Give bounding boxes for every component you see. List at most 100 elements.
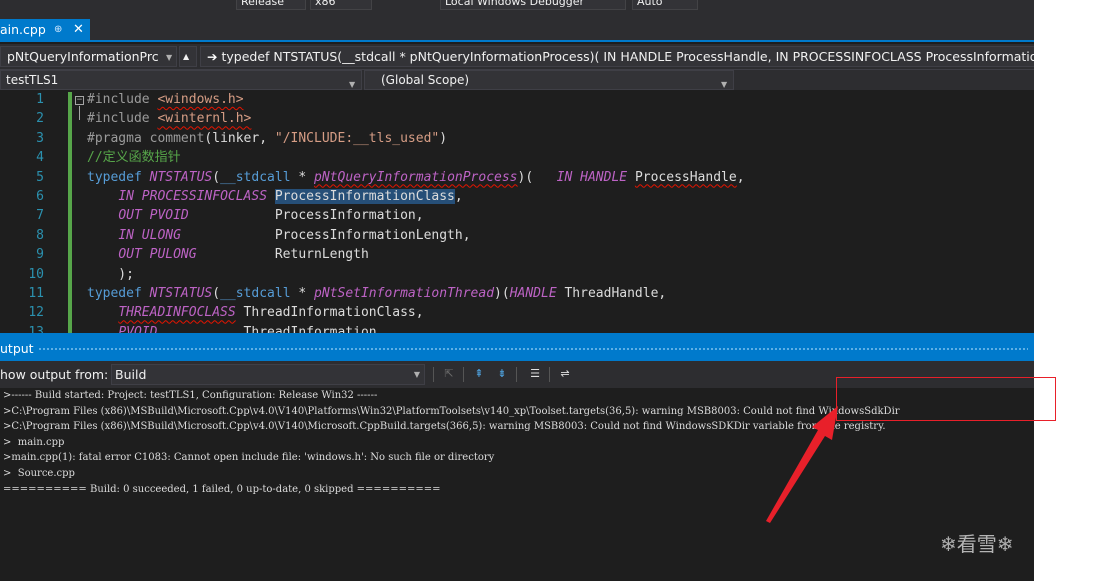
next-message-icon[interactable]: ⇟ [494, 367, 510, 381]
drag-grip[interactable] [38, 347, 1028, 351]
chevron-down-icon: ▼ [166, 53, 173, 62]
code-text: IN PROCESSINFOCLASS ProcessInformationCl… [87, 187, 463, 206]
line-number: 6 [36, 189, 44, 204]
change-tracking-bar [68, 92, 72, 333]
code-token: , [454, 189, 463, 204]
find-message-icon[interactable]: ⇱ [441, 367, 457, 381]
pin-icon[interactable]: ⊕ [54, 19, 62, 40]
code-token: pNtSetInformationThread [314, 286, 495, 301]
watermark-logo: ❄看雪❄ [940, 528, 1014, 557]
snowflake-icon: ❄ [996, 532, 1014, 556]
tab-main-cpp[interactable]: ain.cpp ⊕ ✕ [0, 19, 90, 40]
code-line[interactable]: 10 ); [0, 265, 1034, 284]
code-token: //定义函数指针 [87, 150, 181, 166]
output-line: > main.cpp [3, 437, 65, 448]
code-token: "/INCLUDE:__tls_used" [274, 130, 440, 146]
code-token: <winternl.h> [157, 111, 252, 127]
function-dropdown[interactable]: pNtQueryInformationPrc [0, 46, 177, 67]
code-token: IN [556, 169, 573, 185]
output-source-value: Build [115, 367, 147, 382]
code-token: )( [517, 169, 557, 185]
code-text: OUT PULONG ReturnLength [87, 245, 368, 264]
code-line[interactable]: 7 OUT PVOID ProcessInformation, [0, 206, 1034, 225]
navigation-bar: pNtQueryInformationPrc ▼ ▲ ➔ typedef NTS… [0, 44, 1034, 69]
collapse-icon[interactable]: − [75, 96, 84, 105]
code-token: ThreadInformationClass, [235, 305, 424, 321]
code-token: typedef [87, 286, 150, 301]
line-number: 8 [36, 227, 44, 243]
output-line: > Source.cpp [3, 468, 75, 479]
code-line[interactable]: 9 OUT PULONG ReturnLength [0, 245, 1034, 264]
line-number: 10 [28, 266, 44, 282]
line-number: 4 [36, 150, 44, 166]
code-line[interactable]: 5 typedef NTSTATUS(__stdcall * pNtQueryIn… [0, 168, 1034, 187]
scope-dropdown[interactable]: (Global Scope) ▼ [364, 70, 734, 90]
code-line[interactable]: 12 THREADINFOCLASS ThreadInformationClas… [0, 303, 1034, 322]
code-token: * [290, 286, 315, 301]
annotation-red-box [836, 377, 1056, 421]
project-dropdown[interactable]: testTLS1 ▼ [0, 70, 362, 90]
word-wrap-icon[interactable]: ⇌ [557, 367, 573, 381]
debug-mode-dropdown[interactable]: Auto [632, 0, 698, 10]
configuration-dropdown[interactable]: Release [236, 0, 306, 10]
code-text: THREADINFOCLASS ThreadInformationClass, [87, 303, 424, 322]
output-source-select[interactable]: Build ▼ [111, 364, 425, 385]
line-number: 7 [36, 208, 44, 224]
code-token: comment [149, 130, 205, 146]
code-line[interactable]: 11 typedef NTSTATUS(__stdcall * pNtSetInf… [0, 284, 1034, 303]
code-token: OUT [118, 247, 142, 263]
code-text: typedef NTSTATUS(__stdcall * pNtQueryInf… [87, 168, 745, 187]
code-text: OUT PVOID ProcessInformation, [87, 206, 423, 225]
code-editor[interactable]: 1 #include <windows.h> 2 #include <winternl… [0, 90, 1034, 333]
code-line[interactable]: 13 PVOID ThreadInformation, [0, 323, 1034, 333]
code-line[interactable]: 2 #include <winternl.h> [0, 109, 1034, 128]
debugger-button[interactable]: Local Windows Debugger [440, 0, 626, 10]
chevron-down-icon: ▼ [349, 80, 356, 89]
code-token: NTSTATUS [149, 169, 213, 185]
code-token: , [736, 169, 745, 185]
document-tab-bar: ain.cpp ⊕ ✕ [0, 18, 1034, 42]
code-token: OUT [118, 208, 142, 224]
code-line[interactable]: 4 //定义函数指针 [0, 148, 1034, 167]
code-token: ThreadHandle, [556, 286, 667, 301]
code-token: <windows.h> [157, 92, 244, 107]
code-token: PULONG [149, 247, 197, 263]
code-token: PROCESSINFOCLASS [141, 189, 268, 204]
code-token: IN [118, 227, 134, 243]
close-icon[interactable]: ✕ [73, 19, 84, 40]
show-output-label: how output from: [0, 367, 109, 382]
scope-bar: testTLS1 ▼ (Global Scope) ▼ [0, 69, 1034, 90]
code-token: HANDLE [580, 169, 628, 185]
line-number: 3 [36, 130, 44, 146]
output-line: >C:\Program Files (x86)\MSBuild\Microsof… [3, 421, 886, 432]
line-number: 1 [36, 92, 44, 107]
code-line[interactable]: 3 #pragma comment(linker, "/INCLUDE:__tls… [0, 129, 1034, 148]
tab-label: ain.cpp [0, 22, 46, 37]
code-token: #include [87, 92, 158, 107]
toolbar-separator [433, 367, 434, 382]
code-token: )( [494, 286, 510, 301]
code-line[interactable]: 8 IN ULONG ProcessInformationLength, [0, 226, 1034, 245]
definition-dropdown[interactable]: ➔ typedef NTSTATUS(__stdcall * pNtQueryI… [200, 46, 1034, 67]
arrow-right-icon: ➔ [207, 49, 218, 64]
code-text: #include <windows.h> [87, 90, 244, 109]
function-dropdown-value: pNtQueryInformationPrc [7, 49, 159, 64]
toolbar-separator [516, 367, 517, 382]
top-toolbar: Release x86 Local Windows Debugger Auto [0, 0, 1034, 18]
platform-dropdown[interactable]: x86 [310, 0, 372, 10]
code-line[interactable]: 1 #include <windows.h> [0, 90, 1034, 109]
outline-guide [79, 106, 80, 120]
navigation-split-button[interactable]: ▲ [179, 46, 197, 67]
code-token: ProcessHandle [634, 169, 737, 185]
previous-message-icon[interactable]: ⇞ [471, 367, 487, 381]
code-token: ProcessInformationClass [274, 189, 455, 204]
code-token: HANDLE [509, 286, 557, 301]
clear-all-icon[interactable]: ☰ [527, 367, 543, 381]
code-line[interactable]: 6 IN PROCESSINFOCLASS ProcessInformation… [0, 187, 1034, 206]
line-number: 13 [28, 324, 44, 333]
